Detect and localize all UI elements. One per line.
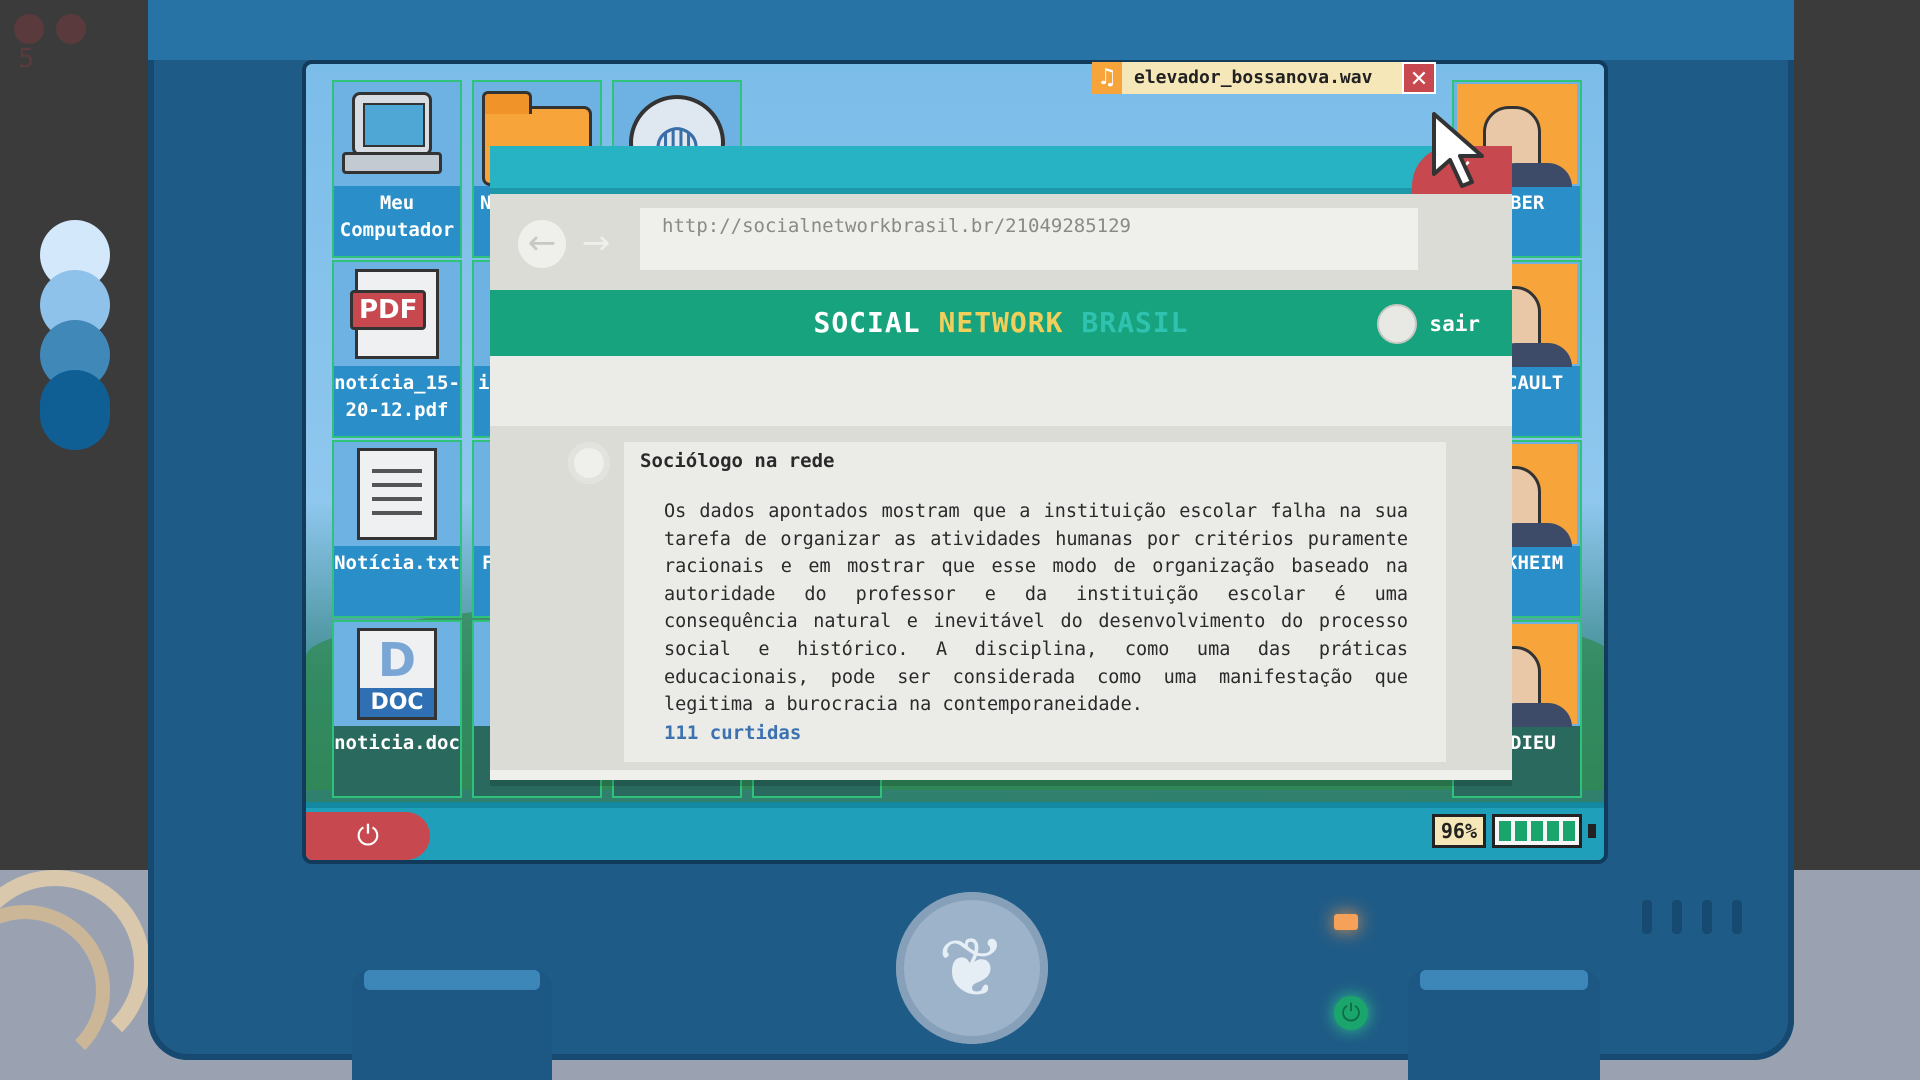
back-button[interactable]: ←	[518, 220, 566, 268]
doc-icon: D DOC	[357, 628, 437, 720]
vent-slot	[1642, 900, 1652, 934]
shutdown-button[interactable]: ⏻	[306, 812, 430, 860]
wall-scribble: 5	[18, 44, 35, 74]
pineapple-logo-icon: ❦	[896, 892, 1048, 1044]
music-note-icon: ♫	[1092, 62, 1122, 94]
battery-icon	[1492, 814, 1582, 848]
text-file-icon	[357, 448, 437, 540]
site-title: SOCIAL NETWORK BRASIL	[813, 306, 1189, 339]
forward-button[interactable]: →	[576, 220, 616, 268]
computer-icon	[342, 92, 452, 176]
monitor-top	[148, 0, 1794, 60]
music-filename: elevador_bossanova.wav	[1122, 62, 1402, 94]
logout-link[interactable]: sair	[1377, 304, 1480, 344]
desktop-icon-pdf[interactable]: PDF notícia_15-20-12.pdf	[332, 260, 462, 438]
post-body: Os dados apontados mostram que a institu…	[664, 501, 1408, 716]
mouse-cursor-icon	[1432, 112, 1484, 188]
monitor-foot-right	[1408, 970, 1600, 1080]
taskbar: ⏻ 96%	[306, 802, 1604, 860]
vent-slot	[1672, 900, 1682, 934]
logout-label: sair	[1429, 312, 1480, 336]
battery-percent: 96%	[1431, 814, 1486, 848]
monitor-foot-left	[352, 970, 552, 1080]
browser-bottom-edge	[490, 770, 1512, 780]
avatar	[1377, 304, 1418, 344]
site-header: SOCIAL NETWORK BRASIL sair	[490, 290, 1512, 356]
status-led	[1334, 914, 1358, 930]
browser-titlebar[interactable]: ✕	[490, 146, 1512, 194]
paint-splash	[40, 220, 110, 460]
music-notification: ♫ elevador_bossanova.wav ✕	[1092, 62, 1436, 94]
desktop-icon-txt[interactable]: Notícia.txt	[332, 440, 462, 618]
hardware-power-button[interactable]: ⏻	[1334, 996, 1368, 1030]
site-subbar	[490, 356, 1512, 426]
wall-stickers	[14, 14, 98, 48]
post-author-avatar	[568, 442, 610, 484]
browser-window: ✕ ← → http://socialnetworkbrasil.br/2104…	[490, 146, 1512, 780]
post-likes-link[interactable]: 111 curtidas	[664, 722, 801, 744]
feed: Sociólogo na rede Os dados apontados mos…	[490, 426, 1512, 770]
desktop-icon-my-computer[interactable]: Meu Computador	[332, 80, 462, 258]
battery-indicator: 96%	[1431, 814, 1596, 848]
address-bar[interactable]: http://socialnetworkbrasil.br/2104928512…	[640, 208, 1418, 270]
vent-slot	[1702, 900, 1712, 934]
music-close-button[interactable]: ✕	[1402, 62, 1436, 94]
pdf-icon: PDF	[350, 269, 439, 359]
post-card: Sociólogo na rede Os dados apontados mos…	[624, 442, 1446, 762]
browser-navbar: ← → http://socialnetworkbrasil.br/210492…	[490, 194, 1512, 290]
vent-slot	[1732, 900, 1742, 934]
desktop-icon-doc[interactable]: D DOC noticia.doc	[332, 620, 462, 798]
post-author: Sociólogo na rede	[640, 450, 835, 472]
